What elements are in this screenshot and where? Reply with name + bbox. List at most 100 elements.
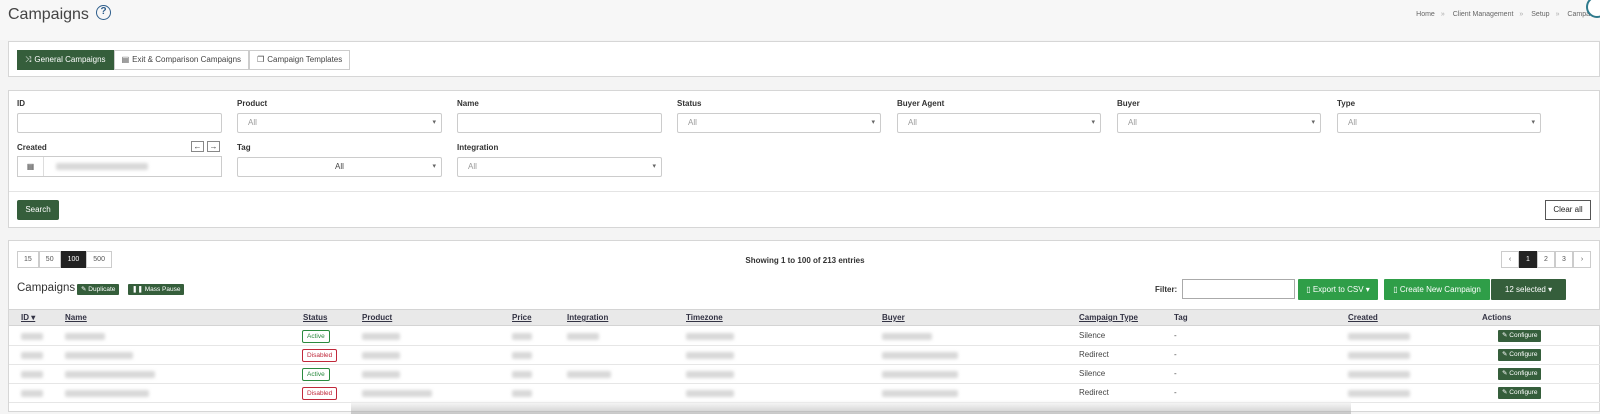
status-label: Status bbox=[677, 99, 702, 108]
column-created[interactable]: Created bbox=[1348, 313, 1378, 322]
configure-button[interactable]: ✎ Configure bbox=[1498, 387, 1542, 399]
pagination-prev[interactable]: ‹ bbox=[1501, 251, 1519, 268]
configure-label: Configure bbox=[1509, 389, 1538, 396]
copy-icon: ❐ bbox=[257, 55, 265, 64]
export-csv-button[interactable]: ▯ Export to CSV ▾ bbox=[1298, 279, 1378, 300]
pagination-page-2[interactable]: 2 bbox=[1537, 251, 1555, 268]
campaign-tabs-panel: ⤨ General Campaigns ▤ Exit & Comparison … bbox=[8, 41, 1600, 77]
chevron-down-icon: ▾ bbox=[652, 163, 656, 170]
shuffle-icon: ⤨ bbox=[25, 55, 32, 64]
clear-all-button[interactable]: Clear all bbox=[1545, 200, 1591, 220]
search-button[interactable]: Search bbox=[17, 200, 59, 220]
column-actions: Actions bbox=[1482, 313, 1512, 322]
mass-pause-button[interactable]: ❚❚ Mass Pause bbox=[128, 284, 185, 295]
buyer-agent-select[interactable]: All ▾ bbox=[897, 113, 1101, 133]
calendar-icon: ▦ bbox=[18, 157, 44, 176]
row-created bbox=[1348, 333, 1410, 340]
chevron-down-icon: ▾ bbox=[1091, 119, 1095, 126]
help-icon[interactable]: ? bbox=[96, 5, 111, 20]
tag-label: Tag bbox=[237, 143, 251, 152]
status-select[interactable]: All ▾ bbox=[677, 113, 881, 133]
configure-label: Configure bbox=[1509, 370, 1538, 377]
row-timezone bbox=[686, 371, 734, 378]
product-label: Product bbox=[237, 99, 268, 108]
row-buyer bbox=[882, 390, 958, 397]
filter-divider bbox=[9, 191, 1599, 192]
tag-select[interactable]: All ▾ bbox=[237, 157, 442, 177]
page-title: Campaigns bbox=[8, 6, 89, 23]
type-select[interactable]: All ▾ bbox=[1337, 113, 1541, 133]
breadcrumb-home[interactable]: Home bbox=[1416, 11, 1435, 18]
column-status[interactable]: Status bbox=[303, 313, 327, 322]
configure-label: Configure bbox=[1509, 351, 1538, 358]
type-label: Type bbox=[1337, 99, 1356, 108]
row-product bbox=[362, 333, 400, 340]
selected-columns-button[interactable]: 12 selected ▾ bbox=[1491, 279, 1566, 300]
row-price bbox=[512, 371, 532, 378]
product-select[interactable]: All ▾ bbox=[237, 113, 442, 133]
tab-general-campaigns[interactable]: ⤨ General Campaigns bbox=[17, 50, 114, 70]
table-row[interactable]: Active Silence - ✎ Configure bbox=[9, 327, 1600, 346]
arrow-right-icon[interactable]: → bbox=[207, 141, 220, 152]
breadcrumb-setup[interactable]: Setup bbox=[1531, 11, 1549, 18]
pagination: ‹ 1 2 3 › bbox=[1501, 251, 1591, 268]
row-id bbox=[21, 390, 43, 397]
top-bar: Campaigns ? Home» Client Management» Set… bbox=[0, 0, 1600, 40]
configure-label: Configure bbox=[1509, 332, 1538, 339]
id-input[interactable] bbox=[17, 113, 222, 133]
campaigns-table-panel: 15 50 100 500 Showing 1 to 100 of 213 en… bbox=[8, 240, 1600, 414]
column-name[interactable]: Name bbox=[65, 313, 87, 322]
duplicate-button[interactable]: ✎ Duplicate bbox=[77, 284, 120, 295]
integration-select[interactable]: All ▾ bbox=[457, 157, 662, 177]
table-row[interactable]: Disabled Redirect - ✎ Configure bbox=[9, 346, 1600, 365]
column-campaign-type[interactable]: Campaign Type bbox=[1079, 313, 1138, 322]
pagination-next[interactable]: › bbox=[1573, 251, 1591, 268]
chevron-down-icon: ▾ bbox=[1531, 119, 1535, 126]
column-price[interactable]: Price bbox=[512, 313, 532, 322]
configure-button[interactable]: ✎ Configure bbox=[1498, 368, 1542, 380]
arrow-left-icon[interactable]: ← bbox=[191, 141, 204, 152]
row-id bbox=[21, 371, 43, 378]
buyer-select[interactable]: All ▾ bbox=[1117, 113, 1321, 133]
status-badge: Disabled bbox=[302, 387, 338, 400]
tag-cell: - bbox=[1174, 350, 1177, 359]
export-label: Export to CSV ▾ bbox=[1312, 285, 1370, 294]
row-name bbox=[65, 352, 133, 359]
tab-campaign-templates[interactable]: ❐ Campaign Templates bbox=[249, 50, 351, 70]
name-input[interactable] bbox=[457, 113, 662, 133]
configure-button[interactable]: ✎ Configure bbox=[1498, 330, 1542, 342]
duplicate-label: Duplicate bbox=[88, 286, 116, 293]
status-badge: Active bbox=[302, 368, 330, 381]
row-price bbox=[512, 390, 532, 397]
create-campaign-button[interactable]: ▯ Create New Campaign bbox=[1384, 279, 1490, 300]
table-filter-input[interactable] bbox=[1182, 279, 1295, 299]
table-row[interactable]: Active Silence - ✎ Configure bbox=[9, 365, 1600, 384]
pagination-page-1[interactable]: 1 bbox=[1519, 251, 1537, 268]
column-buyer[interactable]: Buyer bbox=[882, 313, 905, 322]
configure-button[interactable]: ✎ Configure bbox=[1498, 349, 1542, 361]
column-timezone[interactable]: Timezone bbox=[686, 313, 723, 322]
pagination-page-3[interactable]: 3 bbox=[1555, 251, 1573, 268]
tag-cell: - bbox=[1174, 369, 1177, 378]
breadcrumb-client-management[interactable]: Client Management bbox=[1453, 11, 1514, 18]
column-product[interactable]: Product bbox=[362, 313, 392, 322]
chevron-down-icon: ▾ bbox=[1311, 119, 1315, 126]
row-id bbox=[21, 352, 43, 359]
status-badge: Disabled bbox=[302, 349, 338, 362]
tab-exit-comparison-campaigns[interactable]: ▤ Exit & Comparison Campaigns bbox=[113, 50, 250, 70]
entries-info: Showing 1 to 100 of 213 entries bbox=[745, 256, 865, 265]
created-date-input[interactable]: ▦ bbox=[17, 156, 222, 177]
buyer-agent-value: All bbox=[908, 118, 917, 127]
column-id[interactable]: ID ▾ bbox=[21, 313, 35, 322]
row-price bbox=[512, 333, 532, 340]
status-badge: Active bbox=[302, 330, 330, 343]
campaign-type-cell: Redirect bbox=[1079, 350, 1109, 359]
date-range-nav: ← → bbox=[191, 141, 220, 152]
row-buyer bbox=[882, 333, 932, 340]
tab-label: General Campaigns bbox=[34, 55, 106, 64]
product-value: All bbox=[248, 118, 257, 127]
buyer-agent-label: Buyer Agent bbox=[897, 99, 945, 108]
column-integration[interactable]: Integration bbox=[567, 313, 608, 322]
document-icon: ▤ bbox=[121, 55, 130, 64]
tag-cell: - bbox=[1174, 388, 1177, 397]
